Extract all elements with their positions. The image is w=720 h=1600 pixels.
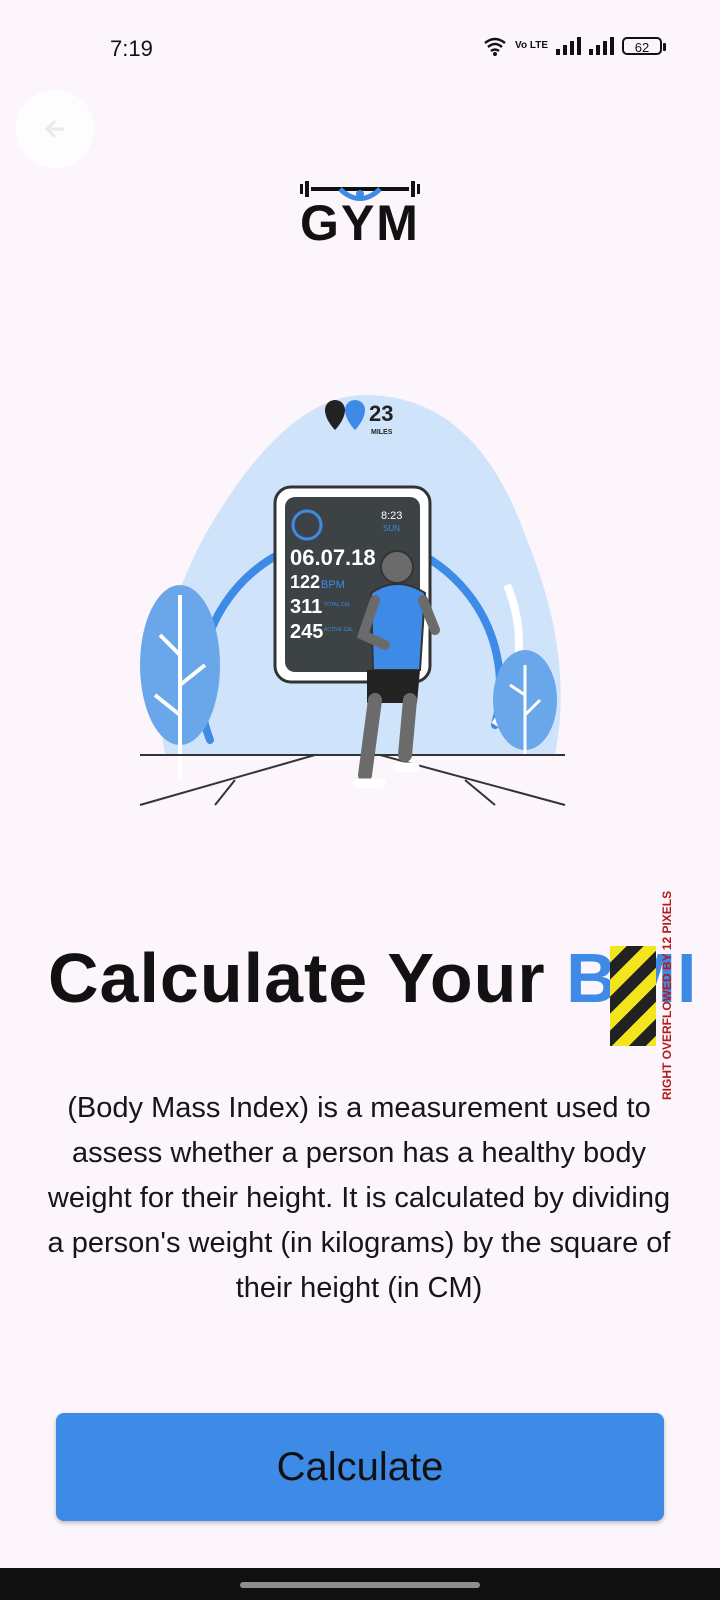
watch-day: SUN: [383, 524, 400, 533]
battery-icon: 62: [622, 37, 666, 55]
gym-logo: GYM: [290, 178, 430, 251]
active-cal-label: ACTIVE CAL: [324, 627, 353, 633]
signal-icon: [556, 37, 581, 55]
status-time: 7:19: [110, 36, 153, 61]
running-illustration: 23 MILES 8:23 SUN 06.07.18 122 BPM 311 T…: [139, 395, 566, 806]
calculate-button-label: Calculate: [276, 1444, 444, 1489]
volte-indicator: Vo LTE: [515, 40, 548, 51]
overflow-warning-text: RIGHT OVERFLOWED BY 12 PIXELS: [660, 890, 674, 1100]
title-text: Calculate Your: [48, 939, 567, 1017]
status-icons: Vo LTE 62: [483, 36, 666, 56]
signal-icon-2: [589, 37, 614, 55]
active-cal-value: 245: [290, 621, 323, 643]
arrow-back-icon: [45, 120, 65, 138]
navigation-bar: [0, 1568, 720, 1600]
wifi-icon: [484, 37, 506, 56]
watch-time: 8:23: [381, 510, 402, 522]
watch-date: 06.07.18: [290, 545, 376, 570]
total-cal-value: 311: [290, 596, 322, 618]
description-text: (Body Mass Index) is a measurement used …: [47, 1092, 671, 1304]
back-button[interactable]: [16, 90, 94, 168]
calculate-button[interactable]: Calculate: [56, 1413, 664, 1521]
miles-label: MILES: [371, 429, 393, 436]
miles-value: 23: [369, 401, 393, 426]
bpm-label: BPM: [321, 579, 345, 591]
logo-text: GYM: [300, 195, 420, 251]
total-cal-label: TOTAL CAL: [324, 602, 351, 608]
bpm-value: 122: [290, 572, 320, 592]
overflow-warning-stripe: [610, 946, 656, 1046]
home-indicator[interactable]: [240, 1582, 480, 1588]
status-bar: 7:19 Vo LTE 62: [0, 0, 720, 96]
battery-level: 62: [634, 40, 650, 55]
